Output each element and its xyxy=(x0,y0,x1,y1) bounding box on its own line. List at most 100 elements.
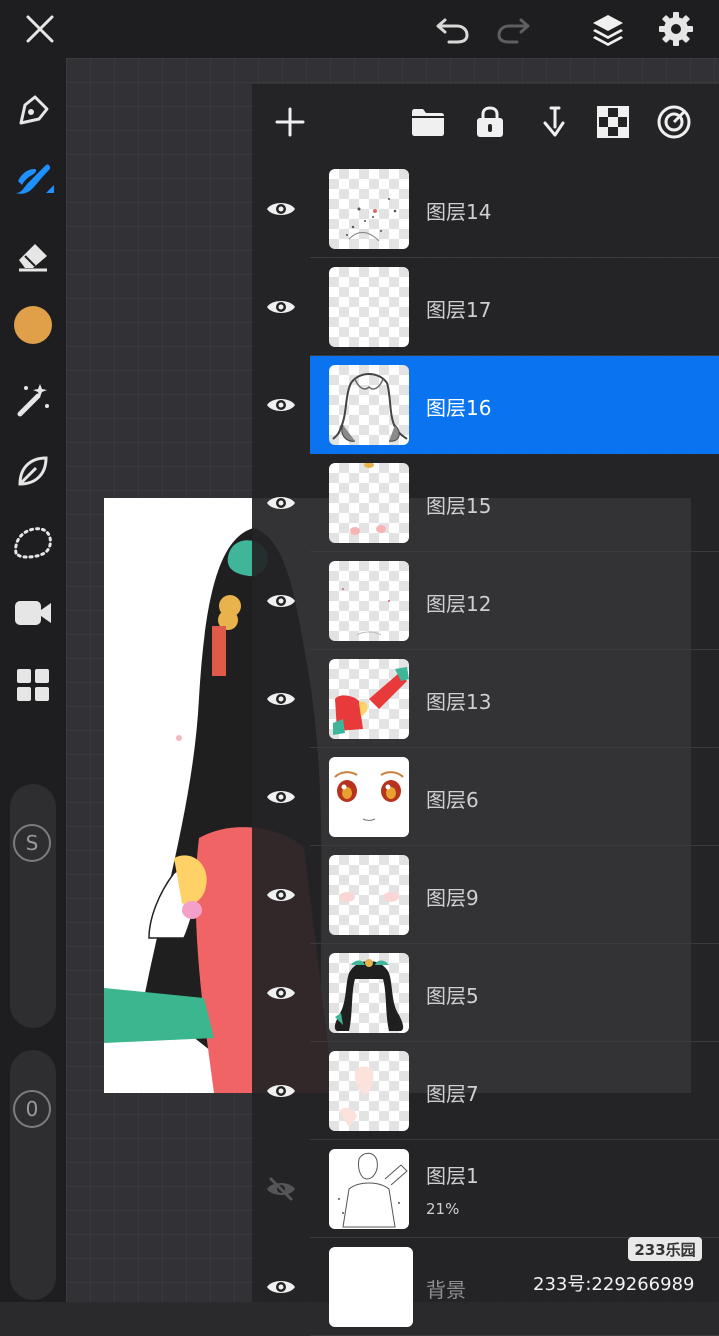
watermark-text: 233号:229266989 xyxy=(533,1274,695,1295)
undo-icon xyxy=(436,18,469,44)
layer-name: 图层14 xyxy=(426,200,492,224)
undo-button[interactable] xyxy=(428,4,478,54)
layer-visibility-toggle[interactable] xyxy=(252,454,309,552)
folder-icon xyxy=(412,109,444,136)
layer-visibility-toggle[interactable] xyxy=(252,748,309,846)
layer-row-12[interactable]: 图层12 xyxy=(252,552,719,650)
layers-button[interactable] xyxy=(583,4,633,54)
close-icon xyxy=(26,15,54,43)
layer-visibility-toggle[interactable] xyxy=(252,650,309,748)
layer-name: 背景 xyxy=(426,1278,466,1302)
eye-icon xyxy=(266,693,295,705)
layer-item[interactable]: 图层12 xyxy=(310,552,719,650)
plus-icon xyxy=(275,107,305,137)
color-picker-button[interactable] xyxy=(8,300,58,350)
layer-visibility-toggle[interactable] xyxy=(252,1042,309,1140)
layer-thumbnail xyxy=(329,463,409,543)
transparency-button[interactable] xyxy=(589,98,637,146)
layer-row-14[interactable]: 图层14 xyxy=(252,160,719,258)
top-bar xyxy=(0,0,719,58)
layer-name: 图层17 xyxy=(426,298,492,322)
eye-icon xyxy=(266,595,295,607)
layer-item[interactable]: 图层17 xyxy=(310,258,719,356)
layer-item[interactable]: 图层13 xyxy=(310,650,719,748)
layer-name: 图层9 xyxy=(426,886,479,910)
opacity-slider[interactable]: 0 xyxy=(10,1050,56,1300)
layers-icon xyxy=(593,15,623,46)
eraser-icon xyxy=(19,244,47,272)
magic-wand-button[interactable] xyxy=(8,374,58,424)
record-video-button[interactable] xyxy=(8,588,58,638)
brush-tool-button[interactable] xyxy=(8,154,58,204)
layer-row-7[interactable]: 图层7 xyxy=(252,1042,719,1140)
eye-hidden-icon xyxy=(266,1177,295,1201)
layer-visibility-toggle[interactable] xyxy=(252,356,309,454)
layer-thumbnail xyxy=(329,1051,409,1131)
lasso-select-button[interactable] xyxy=(8,518,58,568)
layer-thumbnail xyxy=(329,1149,409,1229)
layer-visibility-toggle[interactable] xyxy=(252,258,309,356)
layer-item[interactable]: 图层15 xyxy=(310,454,719,552)
layer-visibility-toggle[interactable] xyxy=(252,846,309,944)
target-icon xyxy=(657,105,691,139)
layer-row-1[interactable]: 图层1 21% xyxy=(252,1140,719,1238)
layer-name: 图层16 xyxy=(426,396,492,420)
layer-item[interactable]: 图层1 21% xyxy=(310,1140,719,1238)
layer-row-17[interactable]: 图层17 xyxy=(252,258,719,356)
watermark-logo: 233乐园 xyxy=(628,1237,702,1261)
layer-item[interactable]: 图层9 xyxy=(310,846,719,944)
video-camera-icon xyxy=(15,601,51,625)
blend-mode-button[interactable] xyxy=(650,98,698,146)
layer-row-5[interactable]: 图层5 xyxy=(252,944,719,1042)
layer-folder-button[interactable] xyxy=(404,98,452,146)
layer-item[interactable]: 图层5 xyxy=(310,944,719,1042)
smudge-tool-button[interactable] xyxy=(8,446,58,496)
layer-item[interactable]: 图层6 xyxy=(310,748,719,846)
gear-icon xyxy=(659,12,693,46)
magic-wand-icon xyxy=(17,384,49,417)
eye-icon xyxy=(266,301,295,313)
lasso-icon xyxy=(14,527,52,559)
layer-thumbnail xyxy=(329,365,409,445)
eye-icon xyxy=(266,791,295,803)
layer-row-15[interactable]: 图层15 xyxy=(252,454,719,552)
pen-tool-button[interactable] xyxy=(8,86,58,136)
merge-down-button[interactable] xyxy=(528,98,576,146)
layer-visibility-toggle[interactable] xyxy=(252,160,309,258)
gallery-button[interactable] xyxy=(8,660,58,710)
redo-button[interactable] xyxy=(488,4,538,54)
layer-row-6[interactable]: 图层6 xyxy=(252,748,719,846)
eye-icon xyxy=(266,203,295,215)
close-button[interactable] xyxy=(15,4,65,54)
layer-name: 图层5 xyxy=(426,984,479,1008)
layer-row-16[interactable]: 图层16 xyxy=(252,356,719,454)
layer-row-9[interactable]: 图层9 xyxy=(252,846,719,944)
add-layer-button[interactable] xyxy=(266,98,314,146)
layer-thumbnail xyxy=(329,267,409,347)
eraser-tool-button[interactable] xyxy=(8,230,58,280)
layer-item[interactable]: 图层7 xyxy=(310,1042,719,1140)
layer-thumbnail xyxy=(329,953,409,1033)
settings-button[interactable] xyxy=(651,4,701,54)
layer-item[interactable]: 图层14 xyxy=(310,160,719,258)
layer-row-13[interactable]: 图层13 xyxy=(252,650,719,748)
layer-item[interactable]: 图层16 xyxy=(310,356,719,454)
lock-layer-button[interactable] xyxy=(466,98,514,146)
layer-actions-bar xyxy=(252,84,719,160)
color-swatch-icon xyxy=(14,306,52,344)
layer-name: 图层1 xyxy=(426,1164,479,1188)
layer-visibility-toggle[interactable] xyxy=(252,552,309,650)
layer-name: 图层12 xyxy=(426,592,492,616)
layer-visibility-toggle[interactable] xyxy=(252,944,309,1042)
grid-icon xyxy=(17,669,49,701)
layers-panel: 图层14 图层17 图层16 图层15 图层12 图层13 图层6 图层9 图层… xyxy=(252,84,719,1336)
brush-size-badge: S xyxy=(13,824,51,862)
brush-size-slider[interactable]: S xyxy=(10,784,56,1028)
layer-thumbnail xyxy=(329,561,409,641)
lock-icon xyxy=(477,106,503,137)
layer-visibility-toggle[interactable] xyxy=(252,1238,309,1336)
layer-visibility-toggle[interactable] xyxy=(252,1140,309,1238)
layer-list: 图层14 图层17 图层16 图层15 图层12 图层13 图层6 图层9 图层… xyxy=(252,160,719,1336)
layer-thumbnail xyxy=(329,855,409,935)
layer-thumbnail xyxy=(329,169,409,249)
